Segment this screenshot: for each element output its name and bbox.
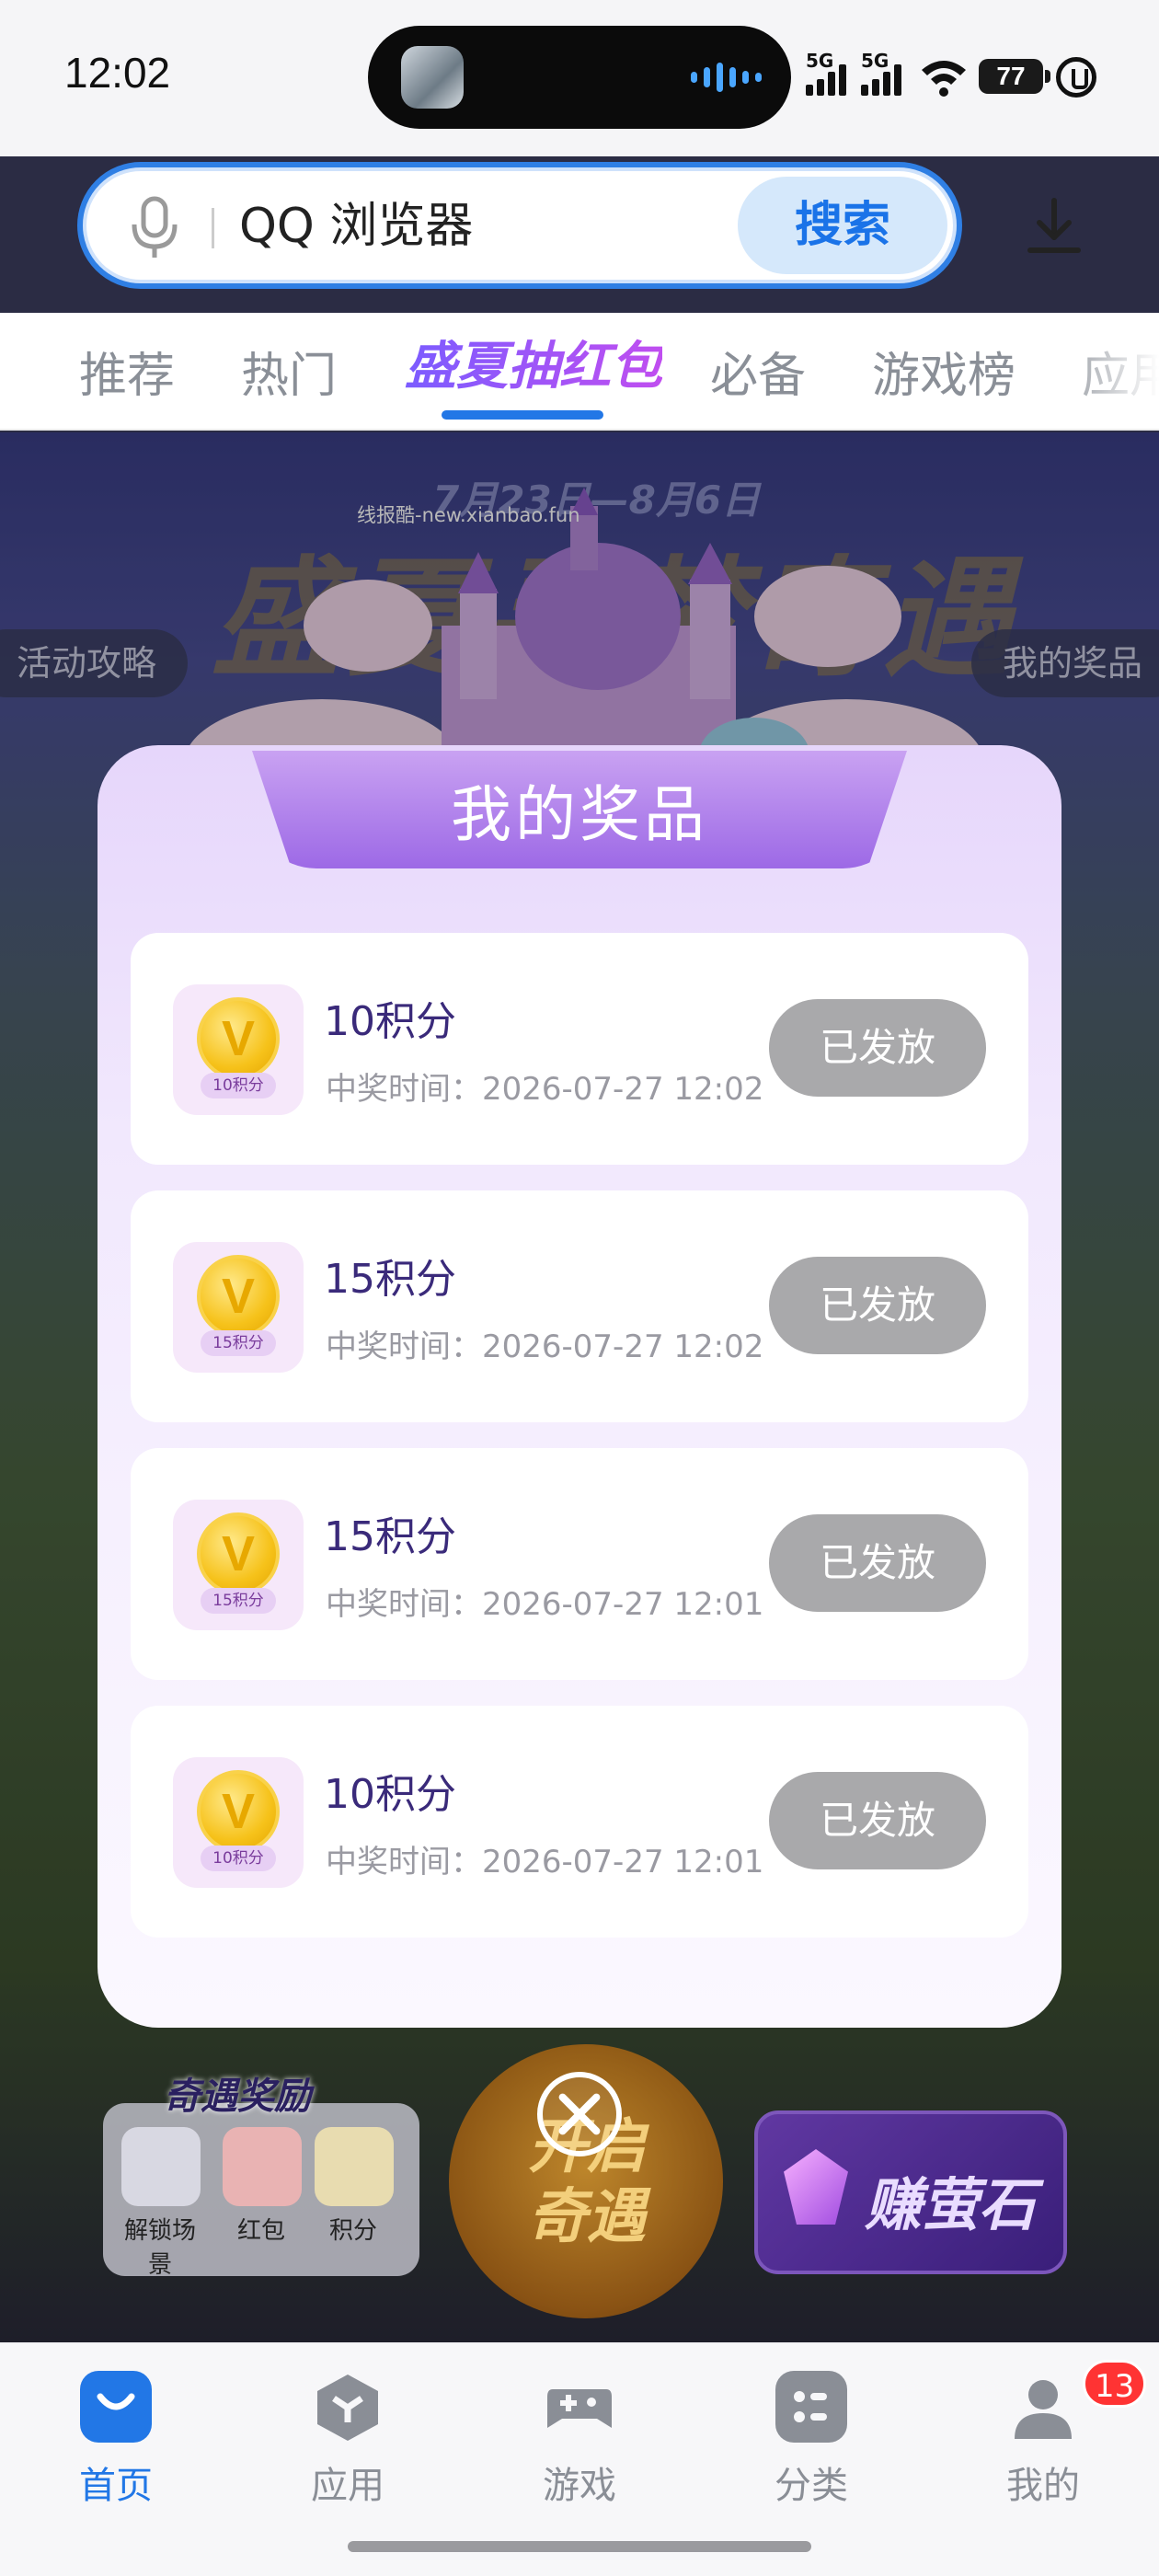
reward-label-unlock: 解锁场景 (123, 2217, 196, 2279)
nav-categories[interactable]: 分类 (747, 2371, 876, 2509)
nav-home[interactable]: 首页 (52, 2371, 180, 2509)
signal-icon-2: 5G (861, 50, 901, 96)
prize-time: 中奖时间：2026-07-27 12:02 (326, 1328, 764, 1365)
clock: 12:02 (64, 49, 171, 97)
points-icon (315, 2127, 394, 2206)
media-thumbnail (401, 46, 464, 109)
prize-name: 10积分 (324, 998, 456, 1045)
prize-time: 中奖时间：2026-07-27 12:02 (326, 1071, 764, 1108)
tab-indicator (442, 410, 603, 420)
grid-icon (775, 2371, 847, 2443)
nav-label: 我的 (1006, 2465, 1080, 2507)
signal-icon-1: 5G (806, 50, 846, 96)
nav-label: 游戏 (543, 2465, 616, 2507)
prize-item: 15积分 15积分 中奖时间：2026-07-27 12:01 已发放 (131, 1448, 1028, 1680)
nav-profile[interactable]: 13 我的 (979, 2360, 1147, 2509)
prize-item: 10积分 10积分 中奖时间：2026-07-27 12:02 已发放 (131, 933, 1028, 1165)
tab-hot[interactable]: 热门 (241, 346, 337, 407)
red-packet-icon (223, 2127, 302, 2206)
bag-icon (80, 2371, 152, 2443)
apps-icon (312, 2371, 384, 2443)
audio-wave-icon (691, 61, 762, 94)
points-coin-icon: 10积分 (173, 1757, 304, 1888)
prize-name: 10积分 (324, 1771, 456, 1818)
prize-item: 10积分 10积分 中奖时间：2026-07-27 12:01 已发放 (131, 1706, 1028, 1938)
divider (212, 208, 214, 248)
category-tabs: 推荐 热门 盛夏抽红包 必备 游戏榜 应用 (0, 313, 1159, 431)
earn-gems-label: 赚萤石 (865, 2171, 1037, 2238)
tab-recommend[interactable]: 推荐 (79, 346, 175, 407)
search-button[interactable]: 搜索 (738, 177, 947, 274)
tab-summer-red-packet[interactable]: 盛夏抽红包 (405, 337, 662, 397)
points-coin-icon: 10积分 (173, 984, 304, 1115)
prize-name: 15积分 (324, 1256, 456, 1303)
unlock-scene-icon (121, 2127, 201, 2206)
prize-status-button: 已发放 (769, 1514, 986, 1612)
download-icon[interactable] (1023, 195, 1085, 258)
nav-label: 首页 (79, 2465, 153, 2507)
home-indicator[interactable] (348, 2541, 811, 2552)
tab-game-chart[interactable]: 游戏榜 (872, 346, 1016, 407)
nav-label: 应用 (311, 2465, 384, 2507)
nav-games[interactable]: 游戏 (515, 2371, 644, 2509)
status-bar: 12:02 5G 5G 77 (0, 0, 1159, 156)
power-icon (1056, 57, 1096, 98)
prize-name: 15积分 (324, 1513, 456, 1560)
wifi-icon (922, 61, 966, 97)
my-prizes-modal: 我的奖品 10积分 10积分 中奖时间：2026-07-27 12:02 已发放… (98, 745, 1061, 2028)
reward-title: 奇遇奖励 (164, 2076, 311, 2118)
battery-icon: 77 (979, 59, 1050, 94)
prize-item: 15积分 15积分 中奖时间：2026-07-27 12:02 已发放 (131, 1190, 1028, 1422)
reward-label-redpacket: 红包 (236, 2217, 285, 2245)
prize-time: 中奖时间：2026-07-27 12:01 (326, 1586, 764, 1623)
notification-badge: 13 (1083, 2360, 1147, 2408)
reward-label-points: 积分 (328, 2217, 377, 2245)
profile-icon: 13 (1007, 2360, 1147, 2443)
prize-status-button: 已发放 (769, 1257, 986, 1354)
dynamic-island[interactable] (368, 26, 791, 129)
search-input[interactable]: QQ 浏览器 (239, 195, 473, 258)
gamepad-icon (544, 2371, 615, 2443)
prize-status-button: 已发放 (769, 1772, 986, 1869)
search-bar[interactable]: QQ 浏览器 搜索 (77, 162, 962, 289)
prize-status-button: 已发放 (769, 999, 986, 1097)
points-coin-icon: 15积分 (173, 1500, 304, 1630)
modal-title: 我的奖品 (451, 779, 708, 850)
prize-time: 中奖时间：2026-07-27 12:01 (326, 1844, 764, 1880)
close-modal-icon[interactable] (537, 2072, 622, 2156)
nav-label: 分类 (775, 2465, 848, 2507)
tab-essentials[interactable]: 必备 (710, 346, 806, 407)
nav-apps[interactable]: 应用 (283, 2371, 412, 2509)
microphone-icon[interactable] (125, 195, 184, 259)
points-coin-icon: 15积分 (173, 1242, 304, 1373)
